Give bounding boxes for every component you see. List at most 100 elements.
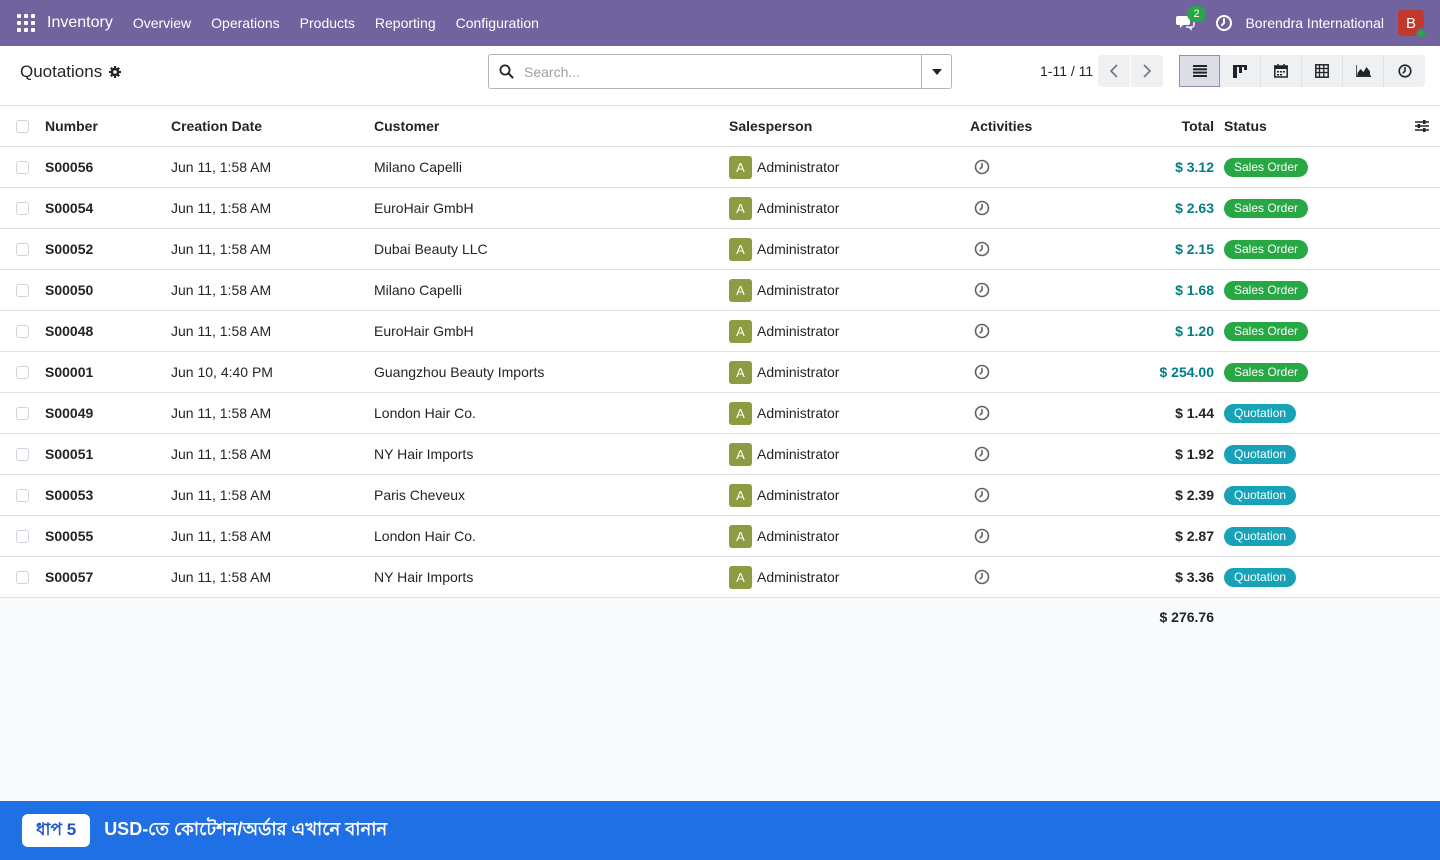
search-input[interactable] (524, 63, 904, 80)
customer-name: NY Hair Imports (374, 569, 474, 585)
search-options-toggle[interactable] (921, 55, 951, 88)
row-checkbox[interactable] (16, 229, 30, 269)
table-row[interactable]: S00001 Jun 10, 4:40 PM Guangzhou Beauty Im… (0, 352, 1440, 393)
order-number: S00049 (45, 405, 94, 421)
activity-clock-icon[interactable] (974, 557, 990, 597)
calendar-view-button[interactable] (1261, 55, 1302, 87)
creation-date: Jun 11, 1:58 AM (171, 569, 272, 585)
customer-name: Milano Capelli (374, 159, 462, 175)
list-view-button[interactable] (1179, 55, 1220, 87)
salesperson[interactable]: A Administrator (729, 188, 839, 228)
salesperson[interactable]: A Administrator (729, 352, 839, 392)
column-header-activities[interactable]: Activities (970, 106, 1032, 146)
salesperson-name: Administrator (757, 241, 840, 257)
column-header-status[interactable]: Status (1224, 106, 1267, 146)
salesperson[interactable]: A Administrator (729, 229, 839, 269)
kanban-view-button[interactable] (1220, 55, 1261, 87)
menu-configuration[interactable]: Configuration (446, 15, 549, 31)
table-row[interactable]: S00056 Jun 11, 1:58 AM Milano Capelli A Admi… (0, 147, 1440, 188)
salesperson-name: Administrator (757, 487, 840, 503)
activity-clock-icon[interactable] (974, 311, 990, 351)
salesperson[interactable]: A Administrator (729, 270, 839, 310)
user-avatar[interactable]: B (1398, 10, 1427, 39)
column-header-creation-date[interactable]: Creation Date (171, 106, 262, 146)
apps-grid-icon[interactable] (17, 14, 35, 32)
graph-view-button[interactable] (1343, 55, 1384, 87)
table-row[interactable]: S00057 Jun 11, 1:58 AM NY Hair Imports A Adm… (0, 557, 1440, 598)
chevron-left-icon (1109, 64, 1118, 78)
pager-value[interactable]: 1-11 / 11 (1040, 63, 1093, 79)
row-checkbox[interactable] (16, 516, 30, 556)
activity-clock-icon[interactable] (974, 434, 990, 474)
menu-reporting[interactable]: Reporting (365, 15, 446, 31)
table-row[interactable]: S00053 Jun 11, 1:58 AM Paris Cheveux A Admin… (0, 475, 1440, 516)
salesperson-avatar: A (729, 360, 752, 384)
column-header-salesperson[interactable]: Salesperson (729, 106, 812, 146)
pager-previous-button[interactable] (1098, 55, 1130, 87)
optional-columns-icon[interactable] (1414, 106, 1430, 146)
status-badge: Quotation (1224, 485, 1297, 505)
row-checkbox[interactable] (16, 311, 30, 351)
column-header-customer[interactable]: Customer (374, 106, 439, 146)
table-row[interactable]: S00055 Jun 11, 1:58 AM London Hair Co. A Adm… (0, 516, 1440, 557)
row-checkbox[interactable] (16, 270, 30, 310)
creation-date: Jun 11, 1:58 AM (171, 487, 272, 503)
calendar-view-icon (1274, 64, 1288, 78)
messages-button[interactable]: 2 (1175, 6, 1206, 34)
menu-overview[interactable]: Overview (123, 15, 201, 31)
customer-name: London Hair Co. (374, 405, 476, 421)
app-name[interactable]: Inventory (47, 14, 113, 32)
order-total: $ 1.20 (1175, 323, 1214, 339)
pivot-view-button[interactable] (1302, 55, 1343, 87)
gear-icon[interactable] (108, 65, 122, 79)
select-all-checkbox[interactable] (16, 106, 30, 146)
activity-clock-icon[interactable] (974, 393, 990, 433)
activity-view-button[interactable] (1384, 55, 1425, 87)
activity-clock-icon[interactable] (974, 188, 990, 228)
row-checkbox[interactable] (16, 352, 30, 392)
activity-clock-icon[interactable] (974, 352, 990, 392)
pager-next-button[interactable] (1131, 55, 1163, 87)
salesperson[interactable]: A Administrator (729, 311, 839, 351)
column-header-number[interactable]: Number (45, 106, 98, 146)
customer-name: EuroHair GmbH (374, 323, 474, 339)
activity-clock-icon[interactable] (974, 475, 990, 515)
creation-date: Jun 11, 1:58 AM (171, 159, 272, 175)
salesperson[interactable]: A Administrator (729, 393, 839, 433)
row-checkbox[interactable] (16, 147, 30, 187)
view-switcher (1179, 55, 1425, 87)
salesperson-name: Administrator (757, 282, 840, 298)
activity-clock-icon[interactable] (1215, 14, 1233, 32)
status-cell: Sales Order (1224, 352, 1309, 392)
row-checkbox[interactable] (16, 188, 30, 228)
salesperson[interactable]: A Administrator (729, 516, 839, 556)
salesperson-avatar: A (729, 483, 752, 507)
menu-products[interactable]: Products (290, 15, 365, 31)
kanban-view-icon (1233, 64, 1247, 78)
top-navbar: Inventory Overview Operations Products R… (0, 0, 1440, 46)
table-row[interactable]: S00052 Jun 11, 1:58 AM Dubai Beauty LLC A Ad… (0, 229, 1440, 270)
salesperson[interactable]: A Administrator (729, 557, 839, 597)
table-row[interactable]: S00051 Jun 11, 1:58 AM NY Hair Imports A Adm… (0, 434, 1440, 475)
row-checkbox[interactable] (16, 475, 30, 515)
activity-clock-icon[interactable] (974, 516, 990, 556)
row-checkbox[interactable] (16, 393, 30, 433)
menu-operations[interactable]: Operations (201, 15, 289, 31)
company-switcher[interactable]: Borendra International (1245, 15, 1384, 31)
salesperson[interactable]: A Administrator (729, 434, 839, 474)
table-row[interactable]: S00048 Jun 11, 1:58 AM EuroHair GmbH A Admin… (0, 311, 1440, 352)
salesperson[interactable]: A Administrator (729, 147, 839, 187)
table-row[interactable]: S00054 Jun 11, 1:58 AM EuroHair GmbH A Admin… (0, 188, 1440, 229)
activity-clock-icon[interactable] (974, 229, 990, 269)
column-header-total[interactable]: Total (1182, 106, 1214, 146)
activity-clock-icon[interactable] (974, 270, 990, 310)
status-cell: Quotation (1224, 516, 1297, 556)
page-title: Quotations (20, 62, 103, 81)
salesperson[interactable]: A Administrator (729, 475, 839, 515)
search-icon (499, 64, 514, 79)
activity-clock-icon[interactable] (974, 147, 990, 187)
table-row[interactable]: S00050 Jun 11, 1:58 AM Milano Capelli A Admi… (0, 270, 1440, 311)
row-checkbox[interactable] (16, 557, 30, 597)
table-row[interactable]: S00049 Jun 11, 1:58 AM London Hair Co. A Adm… (0, 393, 1440, 434)
row-checkbox[interactable] (16, 434, 30, 474)
